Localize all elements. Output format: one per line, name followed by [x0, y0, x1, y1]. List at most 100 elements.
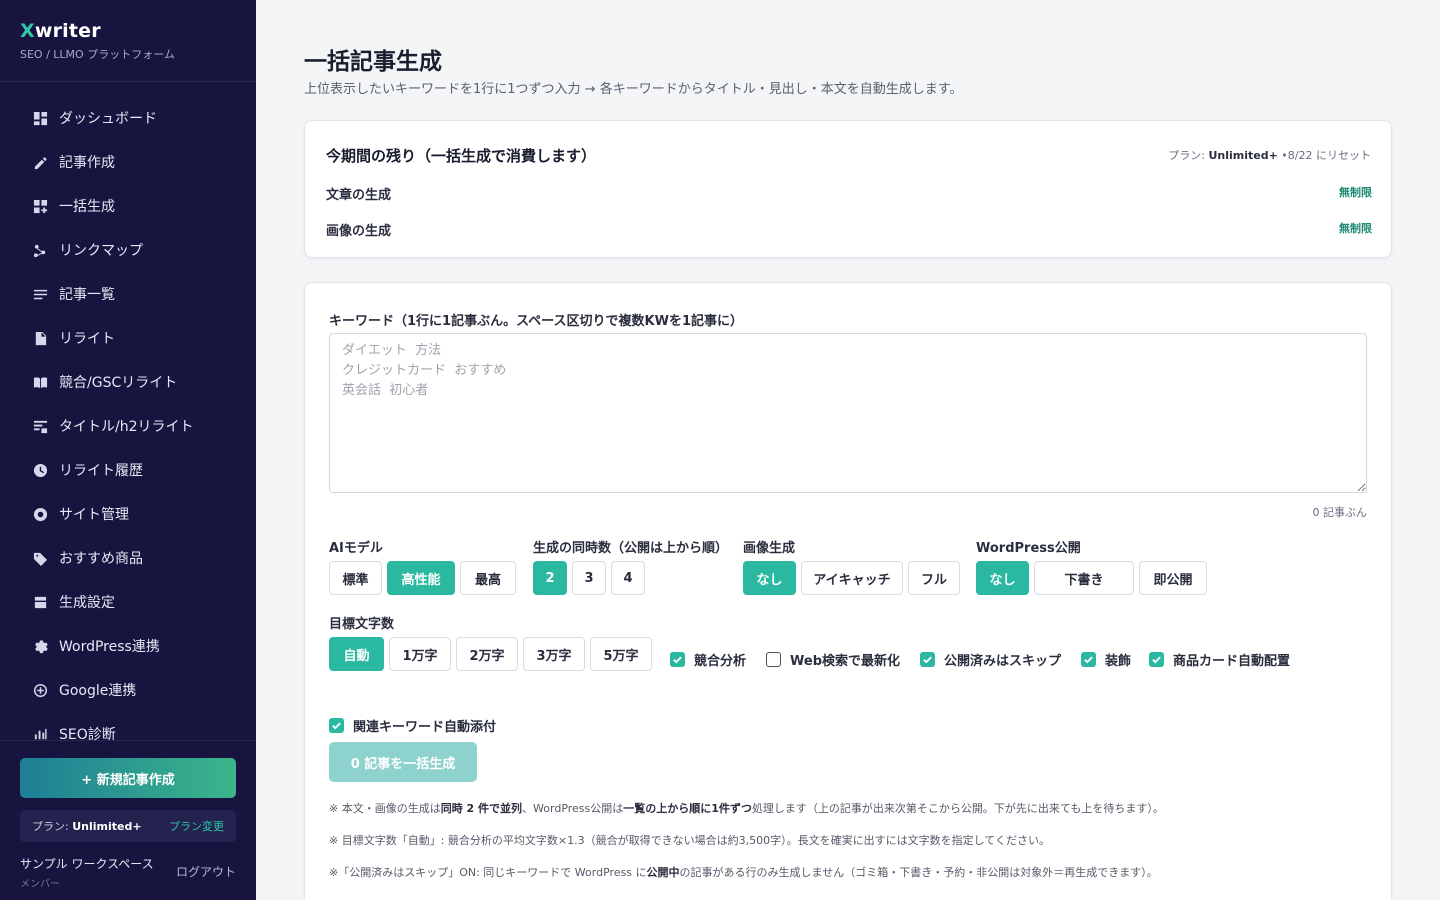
option-checkbox[interactable]: 関連キーワード自動添付 [329, 716, 496, 735]
article-count: 0 記事ぶん [1312, 506, 1368, 519]
checkbox-label: 装飾 [1105, 654, 1132, 669]
wp-publish-option[interactable]: 即公開 [1139, 561, 1207, 595]
target-chars-label: 目標文字数 [329, 617, 395, 632]
ai-model-option[interactable]: 最高 [460, 561, 516, 595]
image-gen-option[interactable]: アイキャッチ [801, 561, 903, 595]
sidebar-item[interactable]: SEO診断 [0, 712, 256, 740]
target-chars-option[interactable]: 自動 [329, 637, 384, 671]
checkbox-checked-icon[interactable] [1149, 652, 1164, 667]
sidebar-item[interactable]: リライト [0, 316, 256, 360]
quota-title: 今期間の残り（一括生成で消費します） [326, 147, 597, 165]
option-checkbox[interactable]: 競合分析 [670, 650, 746, 669]
sidebar-item[interactable]: Google連携 [0, 668, 256, 712]
checkbox-label: Web検索で最新化 [790, 654, 900, 669]
sidebar-item[interactable]: 一括生成 [0, 184, 256, 228]
sidebar: Xwriter SEO / LLMO プラットフォーム ダッシュボード 記事作成一… [0, 0, 256, 900]
option-checkbox[interactable]: 商品カード自動配置 [1149, 650, 1290, 669]
grid-add-icon [32, 198, 48, 214]
quota-plan-info: プラン: Unlimited+ •8/22 にリセット [1168, 149, 1371, 162]
wp-publish-label: WordPress公開 [976, 541, 1081, 556]
image-gen-option[interactable]: なし [743, 561, 796, 595]
wp-publish-option[interactable]: なし [976, 561, 1029, 595]
concurrency-selector: 234 [533, 561, 645, 595]
sidebar-nav: ダッシュボード 記事作成一括生成リンクマップ 記事一覧リライト 競合/GSCリライトタ… [0, 96, 256, 740]
tag-icon [32, 550, 48, 566]
sidebar-item[interactable]: WordPress連携 [0, 624, 256, 668]
brand: Xwriter SEO / LLMO プラットフォーム [0, 0, 256, 82]
plus-circle-icon [32, 682, 48, 698]
sidebar-item[interactable]: ダッシュボード [0, 96, 256, 140]
option-checkbox[interactable]: Web検索で最新化 [766, 650, 900, 669]
sidebar-item[interactable]: 記事一覧 [0, 272, 256, 316]
checkbox-checked-icon[interactable] [670, 652, 685, 667]
concurrency-option[interactable]: 2 [533, 561, 567, 595]
sidebar-item[interactable]: 記事作成 [0, 140, 256, 184]
sidebar-item-label: ダッシュボード [59, 111, 157, 127]
option-checkbox[interactable]: 公開済みはスキップ [920, 650, 1061, 669]
concurrency-label: 生成の同時数（公開は上から順） [533, 541, 729, 556]
target-chars-option[interactable]: 2万字 [456, 637, 518, 671]
sidebar-item-label: 一括生成 [59, 199, 115, 215]
image-gen-selector: なし アイキャッチ フル [743, 561, 960, 595]
concurrency-option[interactable]: 3 [572, 561, 606, 595]
image-gen-option[interactable]: フル [908, 561, 960, 595]
checkbox-label: 関連キーワード自動添付 [353, 720, 497, 735]
sidebar-item[interactable]: タイトル/h2リライト [0, 404, 256, 448]
target-chars-option[interactable]: 1万字 [389, 637, 451, 671]
sidebar-item[interactable]: 生成設定 [0, 580, 256, 624]
note-target-chars: ※ 目標文字数「自動」: 競合分析の平均文字数×1.3（競合が取得できない場合は… [329, 834, 1050, 847]
sidebar-item-label: 生成設定 [59, 595, 115, 611]
checkbox-label: 公開済みはスキップ [944, 654, 1062, 669]
sidebar-item-label: おすすめ商品 [59, 551, 143, 567]
option-checkbox[interactable]: 装飾 [1081, 650, 1131, 669]
sidebar-item-label: リライト履歴 [59, 463, 143, 479]
quota-row-image: 画像の生成 無制限 [326, 220, 1372, 239]
sidebar-footer: + 新規記事作成 プラン: Unlimited+ プラン変更 サンプル ワークス… [0, 740, 256, 900]
checkbox-checked-icon[interactable] [1081, 652, 1096, 667]
sidebar-item[interactable]: リライト履歴 [0, 448, 256, 492]
gear-icon [32, 638, 48, 654]
main-content: 一括記事生成 上位表示したいキーワードを1行に1つずつ入力 → 各キーワードから… [256, 0, 1440, 900]
sidebar-item-label: SEO診断 [59, 727, 116, 740]
sidebar-item[interactable]: サイト管理 [0, 492, 256, 536]
sidebar-item-label: 記事作成 [59, 155, 115, 171]
sidebar-item[interactable]: おすすめ商品 [0, 536, 256, 580]
sidebar-item[interactable]: リンクマップ [0, 228, 256, 272]
quota-row-label: 文章の生成 [326, 188, 392, 203]
wp-publish-option[interactable]: 下書き [1034, 561, 1134, 595]
new-article-button[interactable]: + 新規記事作成 [20, 758, 236, 798]
sidebar-item[interactable]: 競合/GSCリライト [0, 360, 256, 404]
plan-change-link[interactable]: プラン変更 [169, 818, 224, 834]
checkbox-empty-icon[interactable] [766, 652, 781, 667]
ai-model-option[interactable]: 標準 [329, 561, 382, 595]
list-icon [32, 286, 48, 302]
clock-icon [32, 462, 48, 478]
logout-link[interactable]: ログアウト [176, 863, 236, 880]
image-gen-label: 画像生成 [743, 541, 796, 556]
target-chars-option[interactable]: 5万字 [590, 637, 652, 671]
title-icon [32, 418, 48, 434]
ai-model-option[interactable]: 高性能 [387, 561, 455, 595]
quota-row-value: 無制限 [1339, 186, 1372, 199]
checkbox-checked-icon[interactable] [329, 718, 344, 733]
quota-row-value: 無制限 [1339, 222, 1372, 235]
page-title: 一括記事生成 [304, 49, 442, 75]
checkbox-label: 競合分析 [694, 654, 747, 669]
sidebar-item-label: 記事一覧 [59, 287, 115, 303]
concurrency-option[interactable]: 4 [611, 561, 645, 595]
sidebar-item-label: リンクマップ [59, 243, 143, 259]
note-parallel: ※ 本文・画像の生成は同時 2 件で並列、WordPress公開は一覧の上から順… [329, 802, 1164, 815]
workspace-info: サンプル ワークスペース メンバー ログアウト [20, 855, 236, 890]
settings-box-icon [32, 594, 48, 610]
plan-box: プラン: Unlimited+ プラン変更 [20, 810, 236, 842]
target-chars-option[interactable]: 3万字 [523, 637, 585, 671]
brand-logo[interactable]: Xwriter [20, 20, 236, 42]
link-map-icon [32, 242, 48, 258]
bulk-generate-button[interactable]: 0 記事を一括生成 [329, 742, 477, 782]
brand-subtitle: SEO / LLMO プラットフォーム [20, 48, 175, 61]
checkbox-checked-icon[interactable] [920, 652, 935, 667]
ai-model-selector: 標準 高性能 最高 [329, 561, 516, 595]
pencil-icon [32, 154, 48, 170]
keyword-textarea[interactable] [329, 333, 1367, 493]
site-icon [32, 506, 48, 522]
